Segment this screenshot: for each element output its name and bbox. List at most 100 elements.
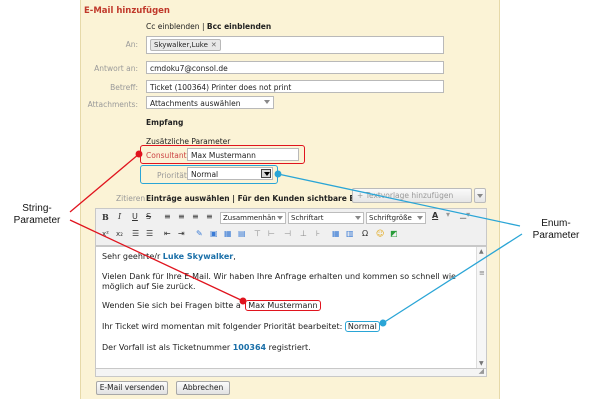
font-size-select-value: Schriftgröße (369, 214, 412, 222)
enum-callout-line2: Parameter (532, 230, 580, 241)
split-cells-icon[interactable]: ▥ (346, 229, 354, 238)
editor-scrollbar[interactable]: ▲ ≡ ▼ (476, 247, 486, 368)
omega-icon[interactable]: Ω (362, 229, 368, 238)
align-justify-icon[interactable]: ≡ (206, 212, 213, 221)
editor-statusbar: ◢ (95, 367, 487, 377)
subject-label: Betreff: (110, 83, 138, 92)
delete-col-icon[interactable]: ⊦ (316, 229, 320, 238)
consultant-param-value: Max Mustermann (245, 300, 321, 311)
attachments-select[interactable]: Attachments auswählen (146, 96, 274, 109)
send-email-button[interactable]: E-Mail versenden (96, 381, 168, 395)
greeting-text: Sehr geehrte/r (102, 252, 163, 261)
recipient-name: Skywalker,Luke (154, 41, 208, 49)
chevron-down-icon (277, 216, 283, 220)
image-icon[interactable]: ▣ (210, 229, 218, 238)
table-props-icon[interactable]: ▤ (238, 229, 246, 238)
chevron-down-icon (417, 216, 423, 220)
consultant-field[interactable]: Max Mustermann (187, 148, 299, 161)
string-callout-line1: String- (22, 203, 52, 214)
chevron-down-icon (355, 216, 361, 220)
emoticon-icon[interactable]: ☺ (376, 229, 384, 238)
to-field[interactable]: Skywalker,Luke ✕ (146, 36, 444, 54)
body-line-4: Ihr Ticket wird momentan mit folgender P… (102, 321, 380, 332)
subscript-button[interactable]: x₂ (116, 230, 123, 238)
bcc-link[interactable]: Bcc einblenden (207, 22, 271, 31)
edit-icon[interactable]: ✎ (196, 229, 203, 238)
empfang-heading: Empfang (146, 118, 184, 127)
body-line-2: möglich auf Sie zurück. (102, 282, 196, 291)
align-left-icon[interactable]: ≡ (164, 212, 171, 221)
align-center-icon[interactable]: ≡ (178, 212, 185, 221)
attachments-label: Attachments: (87, 100, 138, 109)
cc-bcc-links: Cc einblenden | Bcc einblenden (146, 22, 271, 31)
plus-icon: + (357, 191, 366, 200)
outdent-icon[interactable]: ⇤ (164, 229, 171, 238)
priority-select[interactable]: Normal (187, 167, 273, 180)
reply-to-label: Antwort an: (94, 64, 138, 73)
numbered-list-icon[interactable]: ☰ (146, 229, 153, 238)
editor-toolbar: B I U S ≡ ≡ ≡ ≡ Zusammenhän Schriftart S… (95, 208, 487, 246)
chevron-down-icon (477, 194, 483, 198)
merge-cells-icon[interactable]: ▦ (332, 229, 340, 238)
template-dropdown-button[interactable] (474, 188, 486, 203)
resize-handle-icon[interactable]: ◢ (479, 367, 484, 375)
scroll-down-icon[interactable]: ▼ (479, 360, 484, 367)
body-line-4-text: Ihr Ticket wird momentan mit folgender P… (102, 322, 343, 331)
font-size-select[interactable]: Schriftgröße (366, 212, 426, 224)
body-line-3-text: Wenden Sie sich bei Fragen bitte a (102, 301, 241, 310)
greeting-line: Sehr geehrte/r Luke Skywalker, (102, 252, 236, 262)
add-template-label: Textvorlage hinzufügen (365, 191, 454, 200)
email-body-editor[interactable]: Sehr geehrte/r Luke Skywalker, Vielen Da… (95, 246, 487, 369)
consultant-label: Consultant (146, 151, 187, 160)
reply-to-field[interactable]: cmdoku7@consol.de (146, 61, 444, 74)
cc-link[interactable]: Cc einblenden (146, 22, 200, 31)
spellcheck-icon[interactable]: ◩ (390, 229, 398, 238)
summary-select-value: Zusammenhän (223, 214, 276, 222)
string-parameter-callout: String- Parameter (2, 203, 72, 227)
summary-select[interactable]: Zusammenhän (220, 212, 286, 224)
indent-icon[interactable]: ⇥ (178, 229, 185, 238)
remove-recipient-icon[interactable]: ✕ (211, 41, 217, 49)
body-line-5-text: Der Vorfall ist als Ticketnummer (102, 343, 233, 352)
font-select[interactable]: Schriftart (288, 212, 364, 224)
table-icon[interactable]: ▦ (224, 229, 232, 238)
quote-label: Zitieren (116, 194, 146, 203)
priority-label: Priorität (157, 171, 187, 180)
body-line-5: Der Vorfall ist als Ticketnummer 100364 … (102, 343, 311, 353)
quote-entries-links[interactable]: Einträge auswählen | Für den Kunden sich… (146, 194, 385, 203)
recipient-chip[interactable]: Skywalker,Luke ✕ (150, 39, 221, 51)
ticket-number-param: 100364 (232, 343, 267, 352)
align-right-icon[interactable]: ≡ (192, 212, 199, 221)
scroll-thumb[interactable]: ≡ (479, 269, 485, 277)
italic-button[interactable]: I (118, 212, 121, 221)
scroll-up-icon[interactable]: ▲ (479, 248, 484, 255)
underline-button[interactable]: U (132, 212, 138, 221)
separator: | (201, 22, 205, 31)
body-line-3: Wenden Sie sich bei Fragen bitte a Max M… (102, 300, 321, 311)
dropdown-arrow-icon (261, 169, 271, 178)
insert-col-icon[interactable]: ⊢ (268, 229, 275, 238)
priority-param-value: Normal (344, 321, 380, 332)
add-template-button[interactable]: + Textvorlage hinzufügen (352, 188, 472, 203)
strike-button[interactable]: S (146, 212, 151, 221)
insert-row-icon[interactable]: ⊣ (284, 229, 291, 238)
attachments-select-value: Attachments auswählen (150, 99, 241, 108)
delete-row-icon[interactable]: ⊥ (300, 229, 307, 238)
highlight-color-icon[interactable]: ▁▾ (460, 210, 470, 219)
to-label: An: (125, 40, 138, 49)
chevron-down-icon (264, 100, 270, 104)
bold-button[interactable]: B (102, 212, 109, 222)
string-callout-line2: Parameter (13, 215, 61, 226)
subject-field[interactable]: Ticket (100364) Printer does not print (146, 80, 444, 93)
superscript-button[interactable]: x² (102, 230, 109, 238)
cell-icon[interactable]: ⊤ (254, 229, 261, 238)
text-color-icon[interactable]: A (432, 211, 438, 220)
font-select-value: Schriftart (291, 214, 324, 222)
body-line-5-suffix: registriert. (266, 343, 311, 352)
customer-name-param: Luke Skywalker (162, 252, 234, 261)
cancel-button[interactable]: Abbrechen (176, 381, 230, 395)
enum-callout-line1: Enum- (541, 218, 571, 229)
bullet-list-icon[interactable]: ☰ (132, 229, 139, 238)
text-color-dropdown-icon[interactable]: ▾ (446, 210, 450, 219)
enum-parameter-callout: Enum- Parameter (520, 218, 592, 242)
